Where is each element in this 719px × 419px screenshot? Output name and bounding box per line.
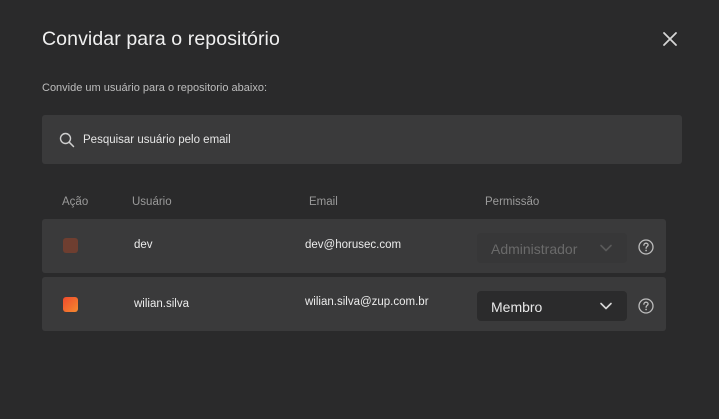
user-email: wilian.silva@zup.com.br xyxy=(305,296,429,308)
user-name: wilian.silva xyxy=(134,298,189,310)
permission-select[interactable]: Membro xyxy=(477,291,627,321)
chevron-down-icon xyxy=(600,302,612,310)
close-icon[interactable] xyxy=(661,30,679,48)
column-header-action: Ação xyxy=(62,196,89,208)
column-header-permission: Permissão xyxy=(485,196,540,208)
permission-value: Administrador xyxy=(491,241,578,257)
row-checkbox[interactable] xyxy=(63,297,78,312)
user-name: dev xyxy=(134,239,153,251)
dialog-title: Convidar para o repositório xyxy=(42,28,280,50)
column-header-email: Email xyxy=(309,196,338,208)
search-box[interactable] xyxy=(42,115,682,164)
user-email: dev@horusec.com xyxy=(305,239,402,251)
invite-dialog: Convidar para o repositório Convide um u… xyxy=(0,0,719,419)
search-icon xyxy=(59,132,75,148)
table-row: dev dev@horusec.com Administrador xyxy=(42,219,666,273)
search-input[interactable] xyxy=(83,115,663,164)
table-row: wilian.silva wilian.silva@zup.com.br Mem… xyxy=(42,277,666,331)
dialog-subtitle: Convide um usuário para o repositorio ab… xyxy=(42,82,268,94)
column-header-user: Usuário xyxy=(132,196,172,208)
help-icon[interactable] xyxy=(638,298,654,314)
permission-value: Membro xyxy=(491,299,543,315)
permission-select[interactable]: Administrador xyxy=(477,233,627,263)
chevron-down-icon xyxy=(600,244,612,252)
row-checkbox[interactable] xyxy=(63,238,78,253)
help-icon[interactable] xyxy=(638,239,654,255)
